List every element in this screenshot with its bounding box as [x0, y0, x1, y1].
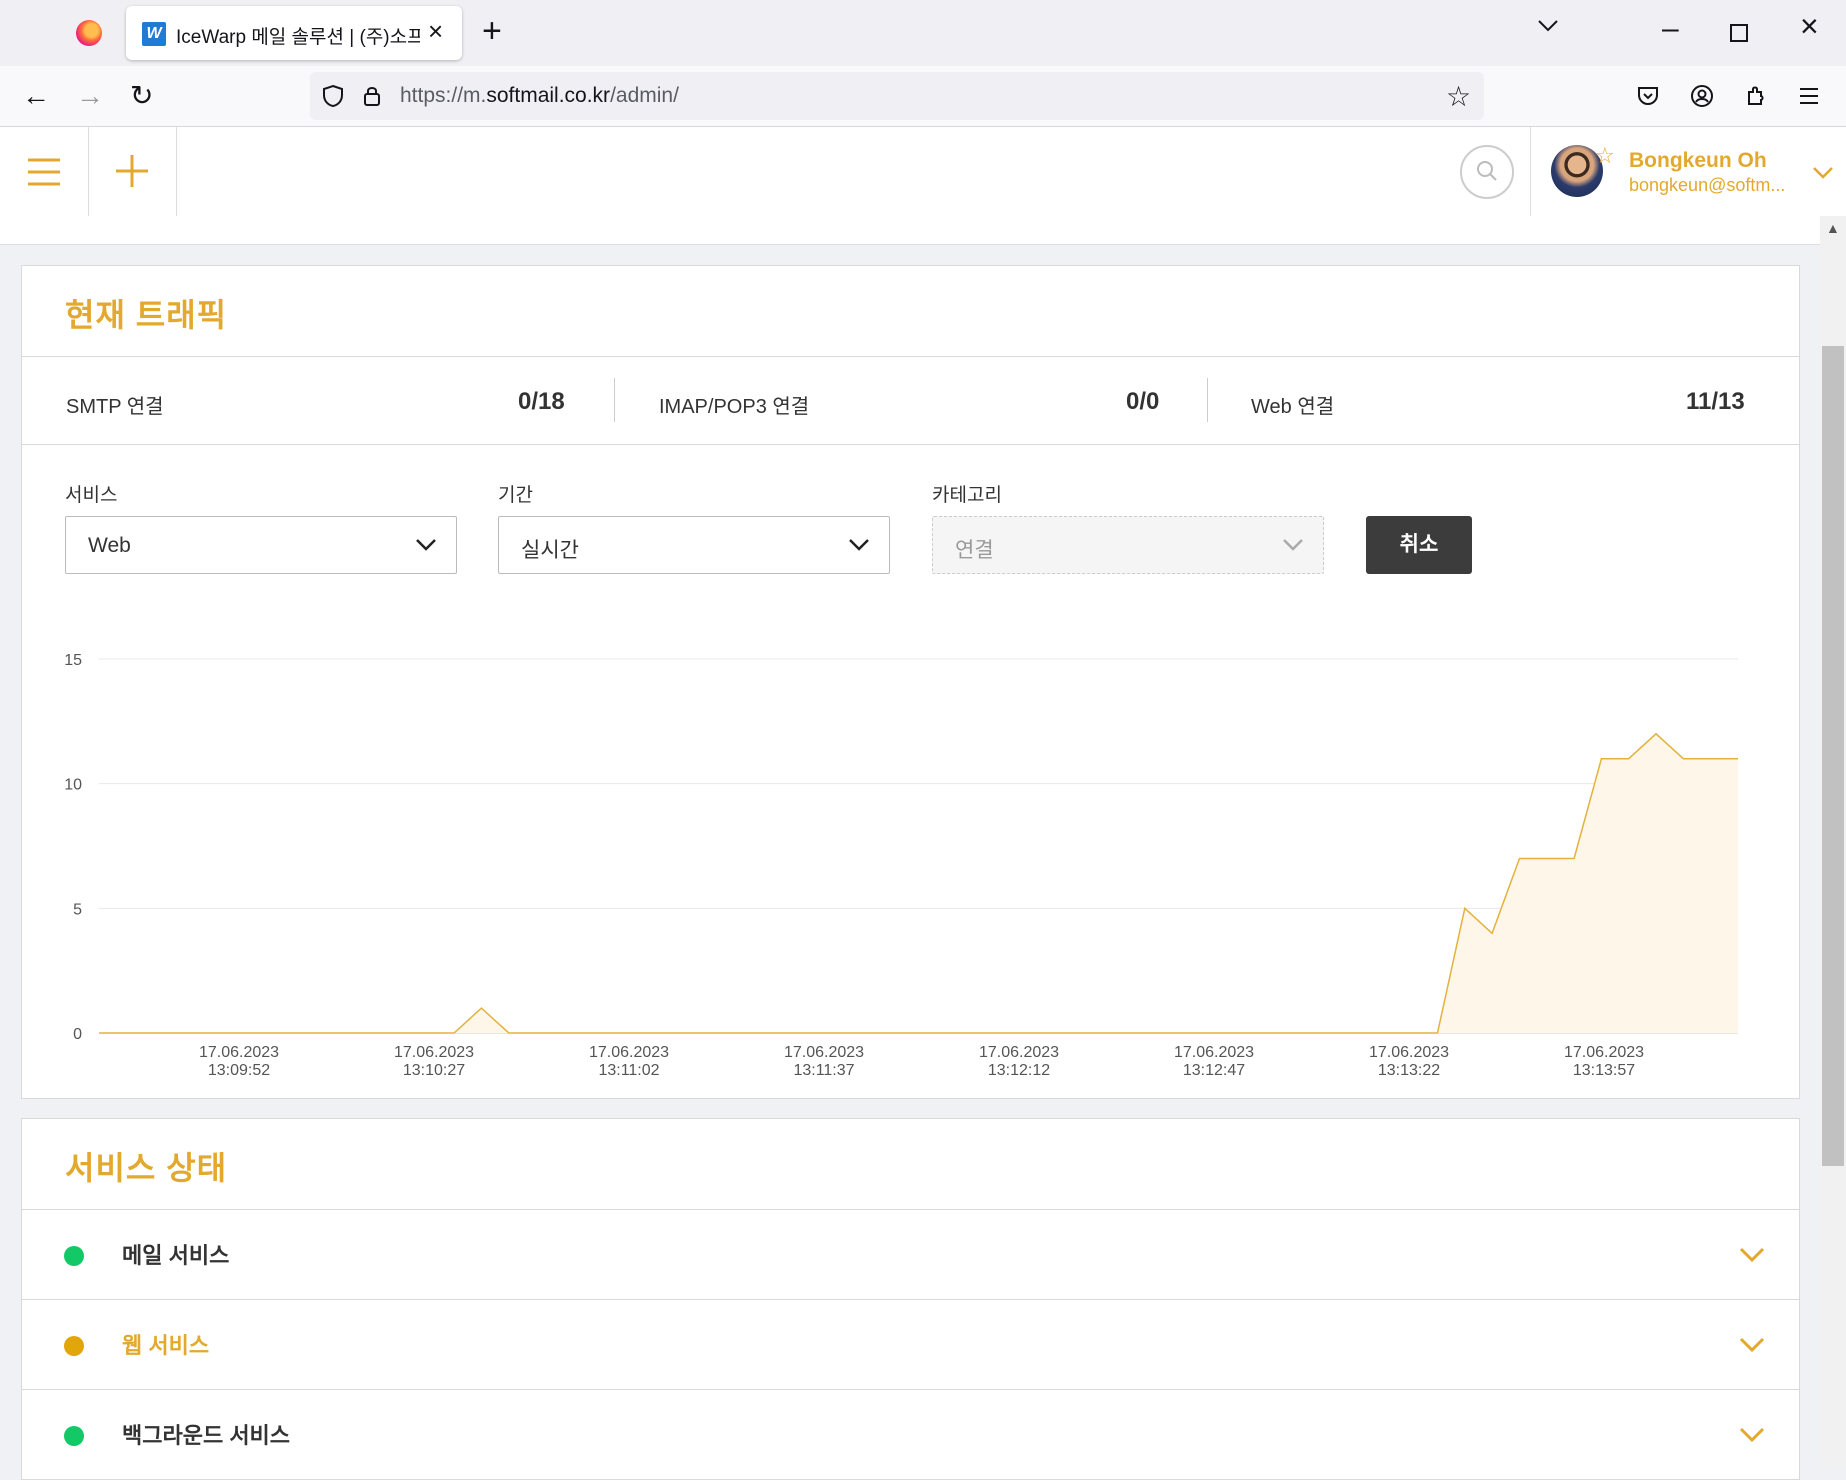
app-header: ☆ Bongkeun Oh bongkeun@softm...: [0, 127, 1846, 217]
tab-title: IceWarp 메일 솔루션 | (주)소프: [176, 27, 420, 48]
window-close-icon[interactable]: ×: [1800, 10, 1819, 42]
x-tick-time: 13:11:02: [598, 1062, 659, 1079]
url-bar[interactable]: https://m.softmail.co.kr/admin/ ☆: [310, 72, 1484, 120]
x-tick-time: 13:09:52: [208, 1062, 270, 1079]
y-tick-label: 15: [64, 652, 82, 669]
chevron-down-icon[interactable]: [1738, 1336, 1766, 1354]
service-name: 웹 서비스: [122, 1333, 210, 1358]
panel-title: 서비스 상태: [65, 1150, 228, 1186]
url-text[interactable]: https://m.softmail.co.kr/admin/: [400, 84, 679, 108]
user-email: bongkeun@softm...: [1629, 175, 1786, 195]
bookmark-star-icon[interactable]: ☆: [1446, 80, 1471, 113]
search-button[interactable]: [1460, 145, 1514, 199]
browser-nav-bar: ← → ↻ https://m.softmail.co.kr/admin/ ☆: [0, 66, 1846, 127]
x-tick-date: 17.06.2023: [394, 1044, 474, 1061]
page-scrollbar[interactable]: ▲: [1820, 216, 1846, 1467]
x-tick-date: 17.06.2023: [1174, 1044, 1254, 1061]
area-fill: [99, 733, 1738, 1033]
browser-tab-bar: W IceWarp 메일 솔루션 | (주)소프 × + – ×: [0, 0, 1846, 66]
x-tick-time: 13:11:37: [793, 1062, 854, 1079]
scrollbar-thumb[interactable]: [1822, 346, 1844, 1166]
firefox-icon[interactable]: [76, 20, 102, 46]
account-icon[interactable]: [1690, 84, 1714, 108]
chevron-down-icon[interactable]: [1738, 1246, 1766, 1264]
chevron-down-icon[interactable]: [1738, 1426, 1766, 1444]
scroll-up-arrow-icon[interactable]: ▲: [1826, 220, 1840, 236]
x-tick-time: 13:12:47: [1183, 1062, 1245, 1079]
hamburger-icon: [28, 158, 60, 186]
shield-icon[interactable]: [322, 84, 344, 108]
chevron-down-icon[interactable]: [1811, 165, 1835, 181]
pocket-icon[interactable]: [1636, 84, 1660, 108]
favorite-star-icon: ☆: [1595, 143, 1615, 168]
y-tick-label: 10: [64, 777, 82, 794]
service-status-panel: 서비스 상태 메일 서비스웹 서비스백그라운드 서비스: [21, 1118, 1800, 1480]
browser-tab[interactable]: W IceWarp 메일 솔루션 | (주)소프 ×: [126, 6, 462, 60]
window-maximize-icon[interactable]: [1730, 24, 1748, 42]
current-traffic-panel: 현재 트래픽 SMTP 연결 0/18 IMAP/POP3 연결 0/0 Web…: [21, 265, 1800, 1099]
status-dot-icon: [64, 1246, 84, 1266]
x-tick-date: 17.06.2023: [1564, 1044, 1644, 1061]
x-tick-time: 13:12:12: [988, 1062, 1050, 1079]
x-tick-time: 13:13:57: [1573, 1062, 1635, 1079]
service-name: 메일 서비스: [122, 1243, 230, 1268]
y-tick-label: 0: [73, 1026, 82, 1043]
hamburger-menu-button[interactable]: [0, 127, 89, 216]
url-host: softmail.co.kr: [486, 84, 611, 107]
traffic-chart: 05101517.06.202313:09:5217.06.202313:10:…: [64, 652, 1738, 1079]
back-icon[interactable]: ←: [22, 82, 50, 110]
url-path: /admin/: [610, 84, 679, 107]
x-tick-date: 17.06.2023: [199, 1044, 279, 1061]
service-row[interactable]: 웹 서비스: [22, 1299, 1799, 1389]
add-button[interactable]: [88, 127, 177, 216]
app-menu-icon[interactable]: [1798, 86, 1820, 106]
lock-icon[interactable]: [362, 84, 382, 108]
window-minimize-icon[interactable]: –: [1662, 12, 1679, 46]
plus-icon: [116, 155, 148, 187]
x-tick-date: 17.06.2023: [784, 1044, 864, 1061]
reload-icon[interactable]: ↻: [130, 82, 153, 110]
user-name: Bongkeun Oh: [1629, 149, 1767, 172]
forward-icon[interactable]: →: [76, 82, 104, 110]
y-tick-label: 5: [73, 901, 82, 918]
service-name: 백그라운드 서비스: [122, 1423, 291, 1448]
content-top-strip: [0, 216, 1820, 245]
icewarp-favicon-icon: W: [142, 22, 166, 46]
status-dot-icon: [64, 1336, 84, 1356]
x-tick-date: 17.06.2023: [1369, 1044, 1449, 1061]
service-row[interactable]: 메일 서비스: [22, 1209, 1799, 1299]
service-row[interactable]: 백그라운드 서비스: [22, 1389, 1799, 1479]
x-tick-time: 13:13:22: [1378, 1062, 1440, 1079]
url-prefix: https://m.: [400, 84, 487, 107]
list-tabs-chevron-icon[interactable]: [1536, 18, 1560, 34]
x-tick-date: 17.06.2023: [979, 1044, 1059, 1061]
extensions-icon[interactable]: [1744, 84, 1768, 108]
search-icon: [1477, 161, 1497, 181]
new-tab-icon[interactable]: +: [482, 14, 502, 48]
x-tick-time: 13:10:27: [403, 1062, 465, 1079]
tab-close-icon[interactable]: ×: [428, 16, 443, 47]
x-tick-date: 17.06.2023: [589, 1044, 669, 1061]
status-dot-icon: [64, 1426, 84, 1446]
user-profile-menu[interactable]: ☆ Bongkeun Oh bongkeun@softm...: [1530, 127, 1846, 216]
